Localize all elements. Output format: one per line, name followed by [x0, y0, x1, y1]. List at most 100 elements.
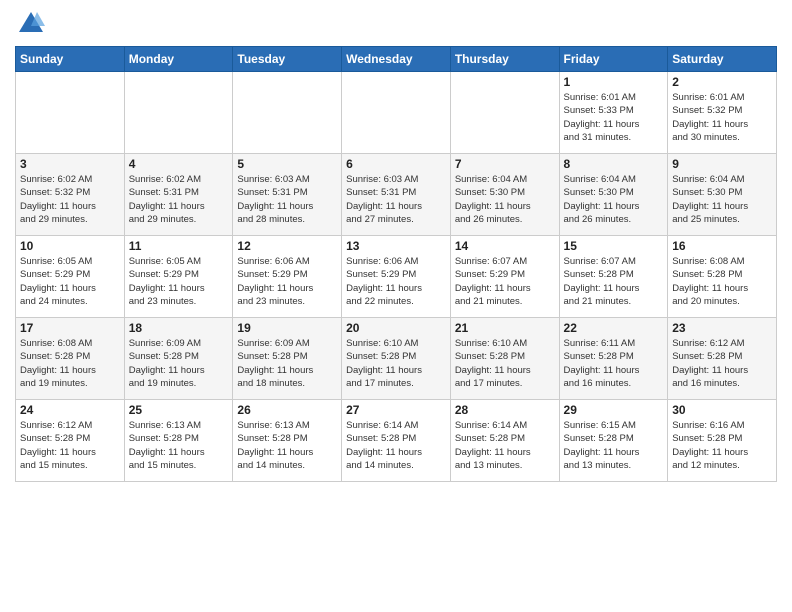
day-info: Sunrise: 6:06 AM Sunset: 5:29 PM Dayligh…	[346, 255, 446, 308]
day-info: Sunrise: 6:11 AM Sunset: 5:28 PM Dayligh…	[564, 337, 664, 390]
day-number: 10	[20, 239, 120, 253]
calendar-cell: 21Sunrise: 6:10 AM Sunset: 5:28 PM Dayli…	[450, 318, 559, 400]
day-number: 13	[346, 239, 446, 253]
day-info: Sunrise: 6:05 AM Sunset: 5:29 PM Dayligh…	[20, 255, 120, 308]
weekday-header-sunday: Sunday	[16, 47, 125, 72]
calendar-cell: 10 Sunrise: 6:05 AM Sunset: 5:29 PM Dayli…	[16, 236, 125, 318]
calendar-cell: 15 Sunrise: 6:07 AM Sunset: 5:28 PM Dayli…	[559, 236, 668, 318]
day-info: Sunrise: 6:02 AM Sunset: 5:32 PM Dayligh…	[20, 173, 120, 226]
day-info: Sunrise: 6:16 AM Sunset: 5:28 PM Dayligh…	[672, 419, 772, 472]
day-number: 2	[672, 75, 772, 89]
calendar-cell: 6Sunrise: 6:03 AM Sunset: 5:31 PM Daylig…	[342, 154, 451, 236]
day-number: 26	[237, 403, 337, 417]
day-info: Sunrise: 6:12 AM Sunset: 5:28 PM Dayligh…	[20, 419, 120, 472]
day-number: 12	[237, 239, 337, 253]
weekday-header-saturday: Saturday	[668, 47, 777, 72]
logo	[15, 10, 45, 38]
day-number: 19	[237, 321, 337, 335]
day-number: 18	[129, 321, 229, 335]
calendar-cell: 27 Sunrise: 6:14 AM Sunset: 5:28 PM Dayli…	[342, 400, 451, 482]
day-info: Sunrise: 6:10 AM Sunset: 5:28 PM Dayligh…	[346, 337, 446, 390]
calendar-cell	[16, 72, 125, 154]
day-number: 16	[672, 239, 772, 253]
weekday-row: SundayMondayTuesdayWednesdayThursdayFrid…	[16, 47, 777, 72]
calendar-cell: 23Sunrise: 6:12 AM Sunset: 5:28 PM Dayli…	[668, 318, 777, 400]
calendar-cell: 3 Sunrise: 6:02 AM Sunset: 5:32 PM Daylig…	[16, 154, 125, 236]
day-number: 20	[346, 321, 446, 335]
page: SundayMondayTuesdayWednesdayThursdayFrid…	[0, 0, 792, 612]
day-number: 22	[564, 321, 664, 335]
day-info: Sunrise: 6:08 AM Sunset: 5:28 PM Dayligh…	[20, 337, 120, 390]
day-number: 30	[672, 403, 772, 417]
calendar-cell: 11Sunrise: 6:05 AM Sunset: 5:29 PM Dayli…	[124, 236, 233, 318]
week-row-4: 24 Sunrise: 6:12 AM Sunset: 5:28 PM Dayli…	[16, 400, 777, 482]
calendar-cell	[450, 72, 559, 154]
day-info: Sunrise: 6:07 AM Sunset: 5:29 PM Dayligh…	[455, 255, 555, 308]
day-info: Sunrise: 6:01 AM Sunset: 5:32 PM Dayligh…	[672, 91, 772, 144]
day-number: 4	[129, 157, 229, 171]
day-info: Sunrise: 6:07 AM Sunset: 5:28 PM Dayligh…	[564, 255, 664, 308]
day-number: 14	[455, 239, 555, 253]
day-number: 7	[455, 157, 555, 171]
calendar-cell: 26 Sunrise: 6:13 AM Sunset: 5:28 PM Dayli…	[233, 400, 342, 482]
day-number: 29	[564, 403, 664, 417]
calendar-header: SundayMondayTuesdayWednesdayThursdayFrid…	[16, 47, 777, 72]
calendar-cell: 17 Sunrise: 6:08 AM Sunset: 5:28 PM Dayli…	[16, 318, 125, 400]
week-row-1: 3 Sunrise: 6:02 AM Sunset: 5:32 PM Daylig…	[16, 154, 777, 236]
day-info: Sunrise: 6:06 AM Sunset: 5:29 PM Dayligh…	[237, 255, 337, 308]
weekday-header-tuesday: Tuesday	[233, 47, 342, 72]
calendar-cell: 22 Sunrise: 6:11 AM Sunset: 5:28 PM Dayli…	[559, 318, 668, 400]
day-info: Sunrise: 6:08 AM Sunset: 5:28 PM Dayligh…	[672, 255, 772, 308]
calendar-cell: 24 Sunrise: 6:12 AM Sunset: 5:28 PM Dayli…	[16, 400, 125, 482]
day-info: Sunrise: 6:01 AM Sunset: 5:33 PM Dayligh…	[564, 91, 664, 144]
day-info: Sunrise: 6:04 AM Sunset: 5:30 PM Dayligh…	[455, 173, 555, 226]
calendar-cell: 28 Sunrise: 6:14 AM Sunset: 5:28 PM Dayli…	[450, 400, 559, 482]
day-number: 8	[564, 157, 664, 171]
calendar-cell: 29 Sunrise: 6:15 AM Sunset: 5:28 PM Dayli…	[559, 400, 668, 482]
calendar-table: SundayMondayTuesdayWednesdayThursdayFrid…	[15, 46, 777, 482]
day-number: 3	[20, 157, 120, 171]
header	[15, 10, 777, 38]
week-row-0: 1 Sunrise: 6:01 AM Sunset: 5:33 PM Daylig…	[16, 72, 777, 154]
calendar-cell: 1 Sunrise: 6:01 AM Sunset: 5:33 PM Daylig…	[559, 72, 668, 154]
weekday-header-monday: Monday	[124, 47, 233, 72]
calendar-cell	[342, 72, 451, 154]
day-info: Sunrise: 6:14 AM Sunset: 5:28 PM Dayligh…	[346, 419, 446, 472]
day-number: 25	[129, 403, 229, 417]
day-info: Sunrise: 6:15 AM Sunset: 5:28 PM Dayligh…	[564, 419, 664, 472]
day-number: 17	[20, 321, 120, 335]
calendar-cell: 7 Sunrise: 6:04 AM Sunset: 5:30 PM Daylig…	[450, 154, 559, 236]
calendar-cell: 14 Sunrise: 6:07 AM Sunset: 5:29 PM Dayli…	[450, 236, 559, 318]
calendar-cell: 12 Sunrise: 6:06 AM Sunset: 5:29 PM Dayli…	[233, 236, 342, 318]
day-number: 28	[455, 403, 555, 417]
weekday-header-friday: Friday	[559, 47, 668, 72]
calendar-cell: 16 Sunrise: 6:08 AM Sunset: 5:28 PM Dayli…	[668, 236, 777, 318]
calendar-cell	[124, 72, 233, 154]
day-number: 15	[564, 239, 664, 253]
day-info: Sunrise: 6:09 AM Sunset: 5:28 PM Dayligh…	[237, 337, 337, 390]
calendar-cell	[233, 72, 342, 154]
day-number: 5	[237, 157, 337, 171]
calendar-cell: 13 Sunrise: 6:06 AM Sunset: 5:29 PM Dayli…	[342, 236, 451, 318]
day-info: Sunrise: 6:09 AM Sunset: 5:28 PM Dayligh…	[129, 337, 229, 390]
calendar-cell: 4 Sunrise: 6:02 AM Sunset: 5:31 PM Daylig…	[124, 154, 233, 236]
day-number: 27	[346, 403, 446, 417]
calendar-cell: 20 Sunrise: 6:10 AM Sunset: 5:28 PM Dayli…	[342, 318, 451, 400]
day-info: Sunrise: 6:03 AM Sunset: 5:31 PM Dayligh…	[346, 173, 446, 226]
calendar-cell: 9Sunrise: 6:04 AM Sunset: 5:30 PM Daylig…	[668, 154, 777, 236]
day-info: Sunrise: 6:14 AM Sunset: 5:28 PM Dayligh…	[455, 419, 555, 472]
day-number: 1	[564, 75, 664, 89]
day-number: 24	[20, 403, 120, 417]
day-number: 9	[672, 157, 772, 171]
logo-icon	[17, 10, 45, 38]
day-info: Sunrise: 6:02 AM Sunset: 5:31 PM Dayligh…	[129, 173, 229, 226]
calendar-cell: 2 Sunrise: 6:01 AM Sunset: 5:32 PM Daylig…	[668, 72, 777, 154]
weekday-header-thursday: Thursday	[450, 47, 559, 72]
day-info: Sunrise: 6:04 AM Sunset: 5:30 PM Dayligh…	[564, 173, 664, 226]
day-info: Sunrise: 6:13 AM Sunset: 5:28 PM Dayligh…	[237, 419, 337, 472]
calendar-body: 1 Sunrise: 6:01 AM Sunset: 5:33 PM Daylig…	[16, 72, 777, 482]
day-info: Sunrise: 6:05 AM Sunset: 5:29 PM Dayligh…	[129, 255, 229, 308]
calendar-cell: 8 Sunrise: 6:04 AM Sunset: 5:30 PM Daylig…	[559, 154, 668, 236]
calendar-cell: 30 Sunrise: 6:16 AM Sunset: 5:28 PM Dayli…	[668, 400, 777, 482]
calendar-cell: 18 Sunrise: 6:09 AM Sunset: 5:28 PM Dayli…	[124, 318, 233, 400]
